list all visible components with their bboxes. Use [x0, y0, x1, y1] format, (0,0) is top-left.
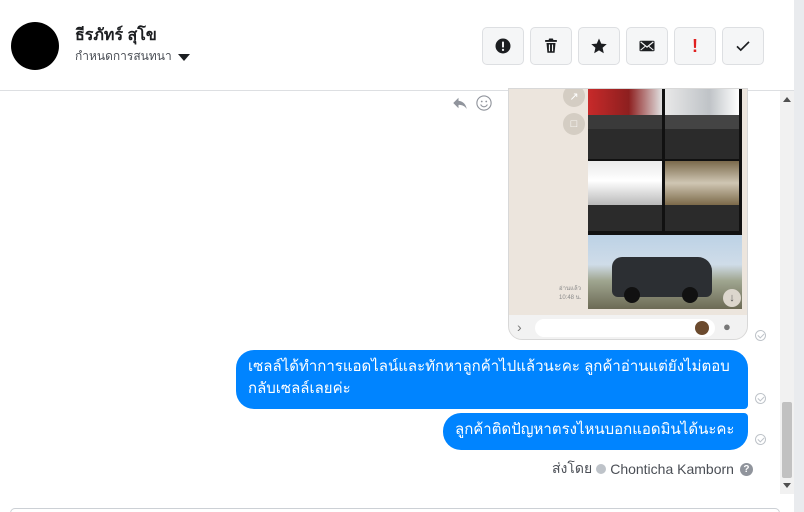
messenger-conversation: ธีรภัทร์ สุโข กำหนดการสนทนา ! ↗ □ อ่านแล…	[0, 0, 804, 512]
contact-name[interactable]: ธีรภัทร์ สุโข	[75, 23, 157, 48]
photo-tile	[588, 89, 662, 159]
conversation-settings-dropdown[interactable]: กำหนดการสนทนา	[75, 47, 190, 66]
scrollbar-thumb[interactable]	[782, 402, 792, 478]
truck-photo	[588, 235, 742, 309]
exclamation-icon: !	[692, 35, 698, 56]
report-button[interactable]	[482, 27, 524, 65]
mark-done-button[interactable]	[722, 27, 764, 65]
mark-unread-button[interactable]	[626, 27, 668, 65]
photo-tile	[588, 161, 662, 231]
help-icon[interactable]: ?	[739, 462, 753, 476]
scroll-down-icon[interactable]	[783, 483, 791, 488]
read-receipt-thumb: อ่านแล้ว 10:48 น.	[559, 286, 582, 301]
seen-indicator-icon	[755, 330, 766, 341]
check-icon	[736, 41, 750, 52]
screenshot-icon: □	[563, 113, 585, 135]
spam-button[interactable]: !	[674, 27, 716, 65]
vertical-scrollbar[interactable]	[780, 91, 794, 494]
star-icon	[591, 38, 607, 54]
avatar[interactable]	[11, 22, 59, 70]
seen-indicator-icon	[755, 434, 766, 445]
window-edge	[794, 0, 804, 512]
phone-input-bar: › ●	[509, 315, 747, 339]
mail-icon	[639, 40, 655, 52]
message-bubble[interactable]: เซลล์ได้ทำการแอดไลน์และทักหาลูกค้าไปแล้ว…	[236, 350, 748, 409]
sender-name[interactable]: Chonticha Kamborn	[610, 461, 734, 477]
message-tools	[451, 94, 493, 112]
alert-circle-icon	[495, 38, 511, 54]
sent-by-line: ส่งโดย Chonticha Kamborn ?	[552, 458, 753, 480]
delete-button[interactable]	[530, 27, 572, 65]
photo-grid	[588, 89, 742, 309]
conversation-settings-label: กำหนดการสนทนา	[75, 49, 172, 63]
download-icon: ↓	[723, 289, 741, 307]
trash-icon	[545, 38, 557, 53]
reply-icon[interactable]	[451, 94, 469, 112]
message-composer[interactable]	[10, 508, 780, 512]
sticker-icon	[695, 321, 709, 335]
conversation-header: ธีรภัทร์ สุโข กำหนดการสนทนา !	[0, 0, 794, 91]
emoji-reaction-icon[interactable]	[475, 94, 493, 112]
caret-down-icon	[177, 53, 190, 61]
sender-status-icon	[596, 464, 607, 474]
message-bubble[interactable]: ลูกค้าติดปัญหาตรงไหนบอกแอดมินได้นะคะ	[443, 413, 748, 450]
photo-tile	[665, 89, 739, 159]
scroll-up-icon[interactable]	[783, 97, 791, 102]
sent-by-label: ส่งโดย	[552, 460, 593, 476]
chevron-right-icon: ›	[517, 319, 522, 335]
microphone-icon: ●	[723, 319, 731, 334]
seen-indicator-icon	[755, 393, 766, 404]
header-actions: !	[482, 27, 764, 65]
photo-tile	[665, 161, 739, 231]
star-button[interactable]	[578, 27, 620, 65]
share-icon: ↗	[563, 89, 585, 107]
image-attachment[interactable]: ↗ □ อ่านแล้ว 10:48 น. ↓ › ●	[508, 88, 748, 340]
